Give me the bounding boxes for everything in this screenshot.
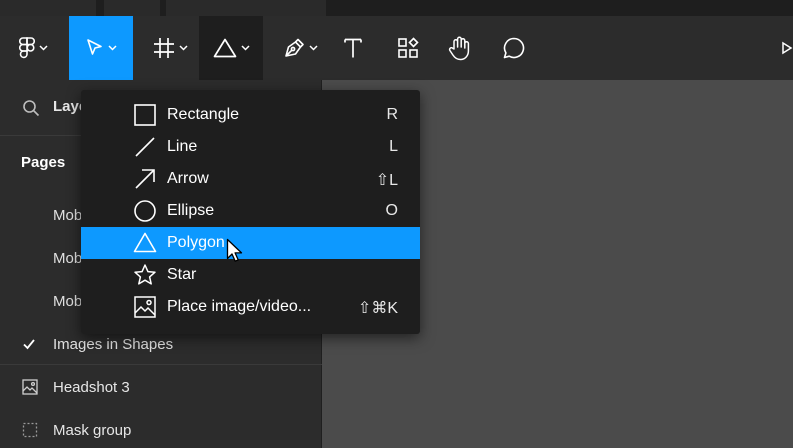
line-icon xyxy=(135,137,155,157)
page-item-label: Mob xyxy=(53,293,83,310)
chevron-down-icon xyxy=(38,45,48,51)
text-t-icon xyxy=(344,38,362,58)
search-icon xyxy=(23,100,40,117)
menu-item-shortcut: R xyxy=(386,106,398,123)
shape-tools-menu: Rectangle R Line L Arrow ⇧L Ellipse O Po… xyxy=(81,90,420,334)
tab-strip-segment xyxy=(0,0,96,16)
text-tool-button[interactable] xyxy=(336,16,370,80)
layer-item[interactable]: Mask group xyxy=(0,410,322,448)
menu-item-label: Rectangle xyxy=(167,106,240,123)
comment-bubble-icon xyxy=(503,37,525,59)
panel-divider xyxy=(0,364,322,365)
dotted-frame-icon xyxy=(22,422,38,438)
page-item-label: Mob xyxy=(53,207,83,224)
menu-item-label: Polygon xyxy=(167,234,225,251)
play-icon xyxy=(782,41,793,55)
pen-nib-icon xyxy=(284,38,304,57)
layer-item-label: Mask group xyxy=(53,422,132,439)
menu-item-ellipse[interactable]: Ellipse O xyxy=(81,195,420,227)
menu-item-star[interactable]: Star xyxy=(81,259,420,291)
image-icon xyxy=(22,379,38,395)
main-menu-button[interactable] xyxy=(4,16,62,80)
window-top-strip xyxy=(0,0,793,16)
menu-item-polygon[interactable]: Polygon xyxy=(81,227,420,259)
menu-item-rectangle[interactable]: Rectangle R xyxy=(81,99,420,131)
toolbar xyxy=(0,16,793,80)
menu-item-label: Ellipse xyxy=(167,202,215,219)
pointer-icon xyxy=(86,39,102,55)
page-item-label: Mob xyxy=(53,250,83,267)
menu-item-shortcut: O xyxy=(385,202,398,219)
comment-tool-button[interactable] xyxy=(497,16,531,80)
menu-item-shortcut: ⇧⌘K xyxy=(357,300,398,317)
menu-item-label: Line xyxy=(167,138,198,155)
arrow-icon xyxy=(135,169,155,189)
tab-strip-segment xyxy=(104,0,160,16)
menu-item-line[interactable]: Line L xyxy=(81,131,420,163)
checkmark-icon xyxy=(23,339,35,350)
figma-logo-icon xyxy=(18,37,35,59)
hand-icon xyxy=(448,36,470,61)
place-image-icon xyxy=(134,296,156,318)
tab-strip-segment xyxy=(166,0,326,16)
menu-item-place-image[interactable]: Place image/video... ⇧⌘K xyxy=(81,291,420,323)
pen-tool-button[interactable] xyxy=(272,16,328,80)
resources-button[interactable] xyxy=(390,16,426,80)
ellipse-icon xyxy=(134,200,156,222)
menu-item-label: Arrow xyxy=(167,170,209,187)
page-item-label: Images in Shapes xyxy=(53,336,174,353)
mouse-cursor-icon xyxy=(226,238,243,262)
chevron-down-icon xyxy=(107,45,117,51)
frame-hash-icon xyxy=(153,38,174,58)
chevron-down-icon xyxy=(240,45,250,51)
present-button[interactable] xyxy=(781,16,793,80)
triangle-icon xyxy=(213,38,236,58)
menu-item-arrow[interactable]: Arrow ⇧L xyxy=(81,163,420,195)
layer-item[interactable]: Headshot 3 xyxy=(0,367,322,409)
menu-item-label: Star xyxy=(167,266,197,283)
menu-item-shortcut: ⇧L xyxy=(375,172,398,189)
frame-tool-button[interactable] xyxy=(142,16,198,80)
chevron-down-icon xyxy=(178,45,188,51)
components-icon xyxy=(398,37,419,58)
polygon-icon xyxy=(133,232,157,253)
shape-tool-button[interactable] xyxy=(199,16,263,80)
menu-item-label: Place image/video... xyxy=(167,298,312,315)
hand-tool-button[interactable] xyxy=(443,16,477,80)
move-tool-button[interactable] xyxy=(69,16,133,80)
pages-title: Pages xyxy=(21,154,66,171)
rectangle-icon xyxy=(134,104,156,126)
menu-item-shortcut: L xyxy=(389,138,398,155)
chevron-down-icon xyxy=(308,45,318,51)
layer-item-label: Headshot 3 xyxy=(53,379,130,396)
star-icon xyxy=(134,264,156,285)
